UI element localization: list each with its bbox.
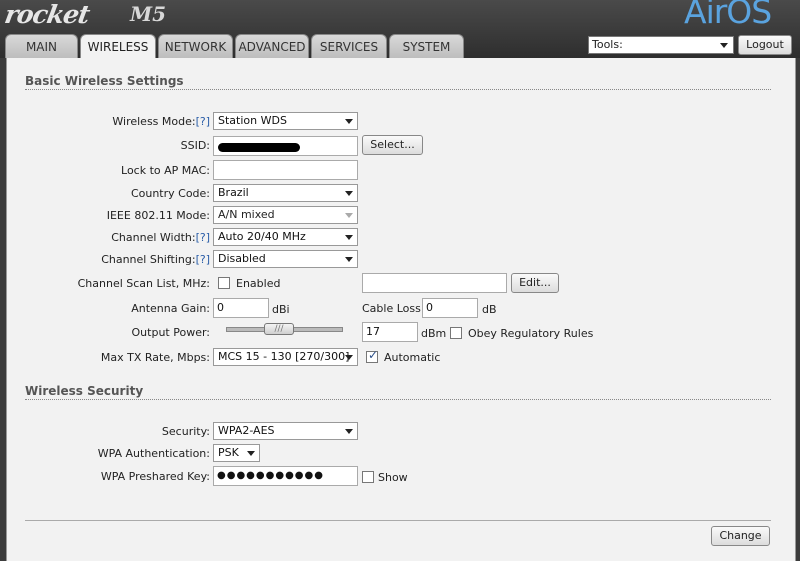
scan-list-enabled-label: Enabled bbox=[236, 277, 281, 290]
output-power-input[interactable]: 17 bbox=[362, 322, 418, 342]
scan-list-enabled-checkbox[interactable] bbox=[218, 277, 230, 289]
wireless-mode-select[interactable]: Station WDS bbox=[213, 112, 358, 130]
channel-shifting-select[interactable]: Disabled bbox=[213, 250, 358, 268]
chevron-down-icon bbox=[345, 119, 353, 124]
antenna-gain-unit: dBi bbox=[272, 303, 290, 316]
chevron-down-icon bbox=[345, 429, 353, 434]
wpa-psk-label: WPA Preshared Key: bbox=[100, 470, 210, 483]
cable-loss-label: Cable Loss: bbox=[362, 302, 425, 315]
basic-section-title: Basic Wireless Settings bbox=[25, 74, 184, 88]
lock-ap-mac-input[interactable] bbox=[213, 160, 358, 180]
help-link[interactable]: [?] bbox=[196, 253, 210, 266]
airos-logo: AirOS bbox=[684, 0, 772, 31]
antenna-gain-input[interactable]: 0 bbox=[213, 298, 269, 318]
country-code-select[interactable]: Brazil bbox=[213, 184, 358, 202]
automatic-checkbox[interactable] bbox=[366, 348, 378, 363]
show-key-checkbox[interactable] bbox=[362, 471, 374, 483]
tab-services[interactable]: SERVICES bbox=[311, 34, 387, 58]
chevron-down-icon bbox=[720, 43, 728, 48]
chevron-down-icon bbox=[345, 191, 353, 196]
max-tx-rate-label: Max TX Rate, Mbps: bbox=[100, 351, 210, 364]
tab-main[interactable]: MAIN bbox=[5, 34, 78, 58]
security-label: Security: bbox=[161, 425, 210, 438]
obey-regulatory-label: Obey Regulatory Rules bbox=[468, 327, 594, 340]
max-tx-rate-select[interactable]: MCS 15 - 130 [270/300] bbox=[213, 348, 358, 366]
security-section-title: Wireless Security bbox=[25, 384, 144, 398]
tab-network[interactable]: NETWORK bbox=[158, 34, 233, 58]
tab-wireless[interactable]: WIRELESS bbox=[80, 34, 156, 59]
chevron-down-icon bbox=[345, 257, 353, 262]
change-button[interactable]: Change bbox=[711, 526, 770, 546]
country-code-label: Country Code: bbox=[130, 187, 210, 200]
security-select[interactable]: WPA2-AES bbox=[213, 422, 358, 440]
scan-list-edit-button[interactable]: Edit... bbox=[511, 273, 559, 293]
wpa-authentication-label: WPA Authentication: bbox=[97, 447, 210, 460]
wpa-authentication-select[interactable]: PSK bbox=[213, 444, 260, 462]
divider bbox=[25, 89, 771, 90]
output-power-unit: dBm bbox=[421, 327, 447, 340]
antenna-gain-label: Antenna Gain: bbox=[131, 302, 210, 315]
wpa-psk-input[interactable]: ●●●●●●●●●●● bbox=[213, 466, 358, 486]
ssid-label: SSID: bbox=[180, 139, 210, 152]
logout-button[interactable]: Logout bbox=[738, 35, 792, 55]
channel-width-label: Channel Width:[?] bbox=[111, 231, 210, 244]
ieee-mode-select: A/N mixed bbox=[213, 206, 358, 224]
help-link[interactable]: [?] bbox=[196, 115, 210, 128]
help-link[interactable]: [?] bbox=[196, 231, 210, 244]
chevron-down-icon bbox=[247, 451, 255, 456]
model-logo: M5 bbox=[130, 2, 167, 26]
channel-shifting-label: Channel Shifting:[?] bbox=[101, 253, 210, 266]
divider bbox=[25, 520, 771, 521]
output-power-label: Output Power: bbox=[131, 326, 210, 339]
channel-width-select[interactable]: Auto 20/40 MHz bbox=[213, 228, 358, 246]
chevron-down-icon bbox=[345, 235, 353, 240]
obey-regulatory-checkbox[interactable] bbox=[450, 327, 462, 339]
cable-loss-input[interactable]: 0 bbox=[422, 298, 478, 318]
scan-list-input[interactable] bbox=[362, 273, 507, 293]
lock-ap-label: Lock to AP MAC: bbox=[121, 164, 210, 177]
ssid-select-button[interactable]: Select... bbox=[362, 135, 423, 155]
tab-advanced[interactable]: ADVANCED bbox=[235, 34, 309, 58]
show-key-label: Show bbox=[378, 471, 408, 484]
top-bar: rocket M5 AirOS MAIN WIRELESS NETWORK AD… bbox=[0, 0, 800, 59]
wireless-mode-label: Wireless Mode:[?] bbox=[112, 115, 210, 128]
divider bbox=[25, 399, 771, 400]
cable-loss-unit: dB bbox=[482, 303, 497, 316]
tools-label: Tools: bbox=[592, 38, 623, 51]
ieee-mode-label: IEEE 802.11 Mode: bbox=[106, 209, 210, 222]
output-power-slider-handle[interactable]: /// bbox=[264, 323, 294, 335]
tab-system[interactable]: SYSTEM bbox=[389, 34, 464, 58]
chevron-down-icon bbox=[345, 213, 353, 218]
scan-list-label: Channel Scan List, MHz: bbox=[77, 277, 210, 290]
tools-dropdown[interactable]: Tools: bbox=[588, 36, 734, 54]
chevron-down-icon bbox=[345, 355, 353, 360]
redacted-ssid bbox=[218, 143, 300, 152]
rocket-logo: rocket bbox=[2, 0, 92, 29]
automatic-label: Automatic bbox=[384, 351, 441, 364]
